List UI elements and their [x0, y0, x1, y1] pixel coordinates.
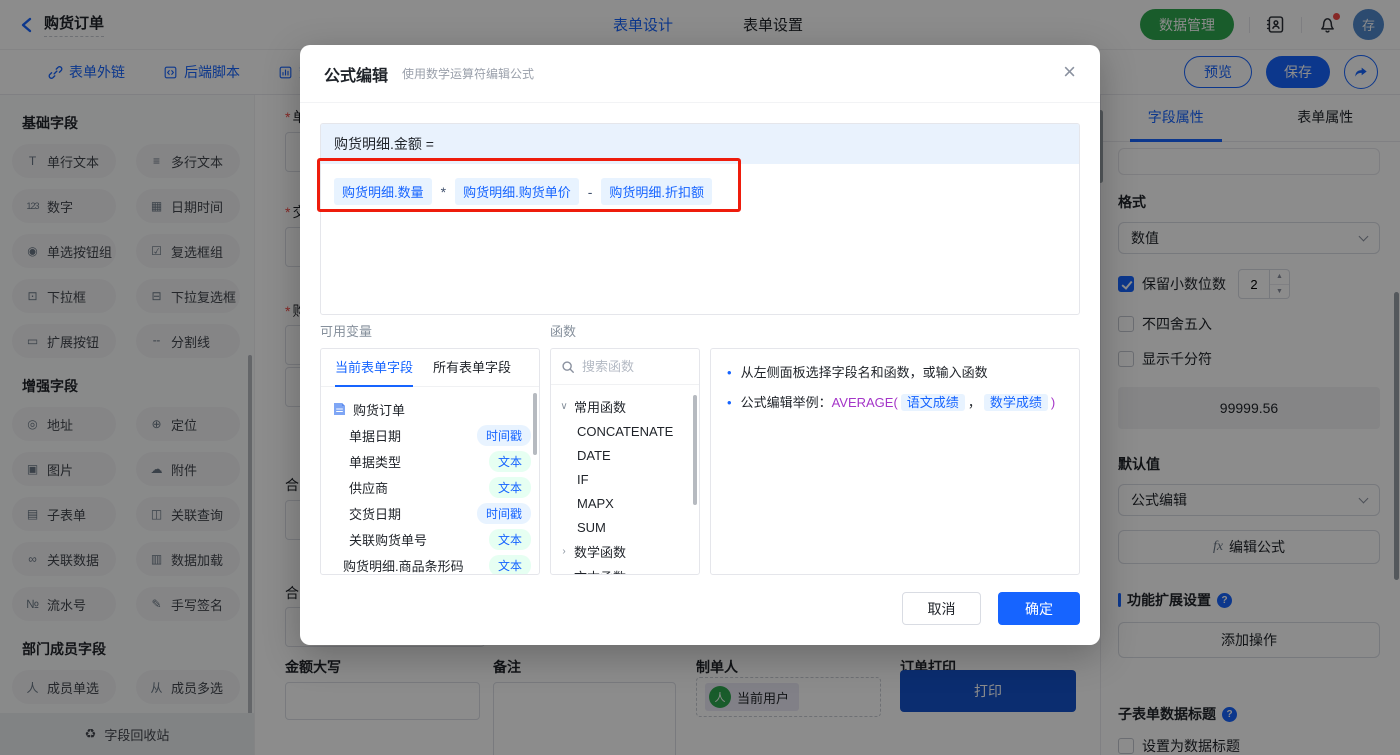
function-group-common[interactable]: ∨ 常用函数 — [559, 394, 693, 419]
function-item[interactable]: MAPX — [559, 491, 693, 515]
function-search — [551, 349, 699, 385]
field-type-badge: 文本 — [488, 450, 531, 472]
example-function-name: AVERAGE( — [831, 394, 898, 410]
function-group-math[interactable]: › 数学函数 — [559, 539, 693, 564]
tip-example-text: 公式编辑举例：AVERAGE(语文成绩，数学成绩) — [740, 393, 1056, 413]
example-separator: ， — [967, 394, 981, 410]
bullet-icon: • — [727, 365, 732, 380]
variable-name: 供应商 — [349, 480, 389, 496]
variables-tree: 购货订单 单据日期 时间戳 单据类型 文本 供应商 文本 交货日期 时间戳 关联购货单号… — [321, 387, 539, 574]
function-tree: ∨ 常用函数 CONCATENATE DATE IF MAPX SUM › 数学函数… — [551, 385, 699, 574]
chevron-collapsed-icon: › — [562, 546, 566, 557]
formula-expression-area[interactable]: 购货明细.数量 * 购货明细.购货单价 - 购货明细.折扣额 — [321, 164, 1079, 219]
field-type-badge: 文本 — [488, 528, 531, 550]
function-item[interactable]: DATE — [559, 443, 693, 467]
functions-panel: ∨ 常用函数 CONCATENATE DATE IF MAPX SUM › 数学函数… — [550, 348, 700, 575]
modal-subtitle: 使用数学运算符编辑公式 — [402, 67, 535, 81]
variable-row[interactable]: 购货明细.商品条形码 文本 — [333, 552, 531, 574]
variables-scrollbar[interactable] — [533, 393, 537, 455]
variable-row[interactable]: 关联购货单号 文本 — [333, 526, 531, 552]
chevron-collapsed-icon: › — [559, 571, 569, 574]
variables-panel: 当前表单字段 所有表单字段 购货订单 单据日期 时间戳 单据类型 文本 供应商 文本 … — [320, 348, 540, 575]
tab-current-form-fields[interactable]: 当前表单字段 — [335, 349, 414, 387]
chevron-expanded-icon: ∨ — [560, 401, 568, 412]
variable-name: 购货明细.商品条形码 — [343, 558, 464, 574]
cancel-button[interactable]: 取消 — [902, 592, 981, 625]
field-type-badge: 时间戳 — [476, 502, 531, 524]
tip-example-line: • 公式编辑举例：AVERAGE(语文成绩，数学成绩) — [727, 393, 1063, 413]
tips-panel: • 从左侧面板选择字段名和函数，或输入函数 • 公式编辑举例：AVERAGE(语… — [710, 348, 1080, 575]
variable-name: 单据类型 — [349, 454, 402, 470]
modal-footer: 取消 确定 — [902, 592, 1080, 625]
tab-all-form-fields[interactable]: 所有表单字段 — [433, 349, 511, 387]
example-field-token: 语文成绩 — [900, 393, 965, 411]
functions-label: 函数 — [550, 324, 577, 339]
example-close-paren: ) — [1050, 394, 1056, 410]
functions-scrollbar[interactable] — [693, 395, 697, 505]
function-item[interactable]: SUM — [559, 515, 693, 539]
available-variables-label: 可用变量 — [320, 324, 373, 339]
formula-field-token[interactable]: 购货明细.购货单价 — [455, 178, 579, 205]
function-search-input[interactable] — [582, 359, 682, 374]
tree-root-form[interactable]: 购货订单 — [333, 396, 531, 422]
function-item[interactable]: IF — [559, 467, 693, 491]
formula-target: 购货明细.金额 = — [321, 124, 1079, 164]
formula-editor-box: 购货明细.金额 = 购货明细.数量 * 购货明细.购货单价 - 购货明细.折扣额 — [320, 123, 1080, 315]
form-document-icon — [334, 403, 345, 415]
tip-line: • 从左侧面板选择字段名和函数，或输入函数 — [727, 364, 1063, 383]
variable-name: 交货日期 — [349, 506, 402, 522]
modal-title: 公式编辑 — [324, 67, 389, 85]
example-field-token: 数学成绩 — [983, 393, 1048, 411]
variable-name: 关联购货单号 — [349, 532, 428, 548]
variable-row[interactable]: 单据日期 时间戳 — [333, 422, 531, 448]
variable-row[interactable]: 交货日期 时间戳 — [333, 500, 531, 526]
function-group-label: 常用函数 — [574, 400, 627, 415]
tip-example-prefix: 公式编辑举例： — [740, 394, 832, 410]
variables-tabs: 当前表单字段 所有表单字段 — [321, 349, 539, 387]
modal-header: 公式编辑 使用数学运算符编辑公式 × — [300, 45, 1100, 103]
close-icon[interactable]: × — [1063, 61, 1076, 83]
confirm-button[interactable]: 确定 — [998, 592, 1080, 625]
formula-field-token[interactable]: 购货明细.数量 — [334, 178, 432, 205]
formula-editor-modal: 公式编辑 使用数学运算符编辑公式 × 购货明细.金额 = 购货明细.数量 * 购… — [300, 45, 1100, 645]
function-group-label: 数学函数 — [574, 545, 627, 560]
function-group-text[interactable]: › 文本函数 — [559, 564, 693, 574]
operator-minus: - — [587, 183, 593, 200]
variable-row[interactable]: 供应商 文本 — [333, 474, 531, 500]
bullet-icon: • — [727, 394, 732, 410]
function-item[interactable]: CONCATENATE — [559, 419, 693, 443]
tip-text: 从左侧面板选择字段名和函数，或输入函数 — [740, 365, 988, 380]
function-group-label: 文本函数 — [574, 567, 626, 574]
variable-row[interactable]: 单据类型 文本 — [333, 448, 531, 474]
operator-multiply: * — [440, 183, 447, 200]
field-type-badge: 时间戳 — [476, 424, 531, 446]
tree-root-label: 购货订单 — [353, 402, 406, 418]
variable-name: 单据日期 — [349, 428, 402, 444]
search-icon — [562, 360, 574, 373]
formula-field-token[interactable]: 购货明细.折扣额 — [601, 178, 712, 205]
field-type-badge: 文本 — [488, 554, 531, 574]
field-type-badge: 文本 — [488, 476, 531, 498]
